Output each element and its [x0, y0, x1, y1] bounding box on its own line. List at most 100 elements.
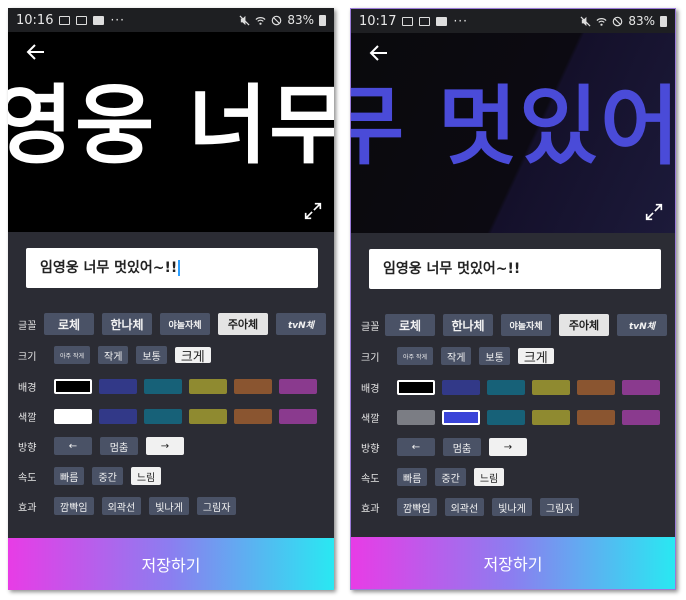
- text-swatch-gray[interactable]: [397, 409, 435, 425]
- direction-stop-button[interactable]: 멈춤: [100, 437, 138, 455]
- speed-medium-button[interactable]: 중간: [435, 468, 466, 486]
- effect-row: 효과 깜빡임 외곽선 빛나게 그림자: [8, 494, 334, 518]
- speed-slow-button[interactable]: 느림: [473, 468, 505, 486]
- effect-outline-button[interactable]: 외곽선: [444, 498, 485, 516]
- font-row: 글꼴 로체 한나체 야놀자체 주아체 tvN체: [351, 313, 675, 337]
- effect-shadow-button[interactable]: 그림자: [196, 497, 237, 515]
- speed-label: 속도: [361, 473, 380, 485]
- size-row: 크기 아주 작게 작게 보통 크게: [8, 343, 334, 367]
- size-option-extra-small[interactable]: 아주 작게: [397, 347, 433, 365]
- effect-glow-button[interactable]: 빛나게: [149, 497, 189, 515]
- mute-icon: [580, 15, 591, 27]
- bg-swatch-olive[interactable]: [532, 379, 570, 395]
- status-time: 10:16: [16, 12, 54, 28]
- bg-swatch-purple[interactable]: [279, 378, 317, 394]
- arrow-left-icon[interactable]: [24, 40, 48, 64]
- size-option-small[interactable]: 작게: [441, 347, 472, 365]
- size-option-large[interactable]: 크게: [517, 348, 554, 366]
- font-option-jua[interactable]: 주아체: [218, 313, 268, 335]
- color-label: 색깔: [18, 412, 37, 424]
- text-swatch-blue[interactable]: [99, 408, 137, 424]
- mute-icon: [239, 14, 250, 26]
- direction-left-button[interactable]: ←: [397, 438, 435, 456]
- font-option-hanna[interactable]: 한나체: [443, 314, 493, 336]
- text-swatch-brown[interactable]: [577, 409, 615, 425]
- speed-row: 속도 빠름 중간 느림: [8, 464, 334, 488]
- font-option-yanolja[interactable]: 야놀자체: [501, 314, 551, 336]
- speed-fast-button[interactable]: 빠름: [54, 467, 85, 485]
- font-option-tvn[interactable]: tvN체: [617, 314, 667, 336]
- size-option-small[interactable]: 작게: [98, 346, 129, 364]
- text-swatch-blue[interactable]: [442, 409, 480, 425]
- bg-swatch-brown[interactable]: [234, 378, 272, 394]
- direction-label: 방향: [18, 442, 37, 454]
- text-swatch-olive[interactable]: [189, 408, 227, 424]
- gallery-notification-icon: [59, 15, 71, 25]
- font-option-tvn[interactable]: tvN체: [276, 313, 326, 335]
- font-option-roche[interactable]: 로체: [385, 314, 435, 336]
- bg-swatch-blue[interactable]: [442, 379, 480, 395]
- battery-icon: [319, 14, 326, 26]
- font-option-jua[interactable]: 주아체: [559, 314, 609, 336]
- background-color-row: 배경: [8, 374, 334, 398]
- effect-outline-button[interactable]: 외곽선: [101, 497, 142, 515]
- wifi-icon: [255, 16, 266, 25]
- text-swatch-purple[interactable]: [279, 408, 317, 424]
- speed-medium-button[interactable]: 중간: [92, 467, 123, 485]
- bg-swatch-blue[interactable]: [99, 378, 137, 394]
- text-color-row: 색깔: [8, 404, 334, 428]
- size-label: 크기: [361, 352, 380, 364]
- size-option-extra-small[interactable]: 아주 작게: [54, 346, 90, 364]
- bg-swatch-teal[interactable]: [144, 378, 182, 394]
- preview-text: 무 멋있어: [351, 77, 675, 177]
- text-swatch-brown[interactable]: [234, 408, 272, 424]
- message-input[interactable]: 임영웅 너무 멋있어~!!: [369, 249, 661, 289]
- bg-swatch-teal[interactable]: [487, 379, 525, 395]
- text-preview-area: 무 멋있어: [351, 33, 675, 233]
- font-option-hanna[interactable]: 한나체: [102, 313, 152, 335]
- do-not-disturb-icon: [272, 15, 282, 25]
- text-swatch-purple[interactable]: [622, 409, 660, 425]
- expand-icon[interactable]: [302, 200, 324, 222]
- bg-swatch-olive[interactable]: [189, 378, 227, 394]
- direction-stop-button[interactable]: 멈춤: [443, 438, 481, 456]
- arrow-left-icon[interactable]: [367, 41, 391, 65]
- bg-swatch-brown[interactable]: [577, 379, 615, 395]
- effect-shadow-button[interactable]: 그림자: [539, 498, 580, 516]
- text-swatch-teal[interactable]: [487, 409, 525, 425]
- size-row: 크기 아주 작게 작게 보통 크게: [351, 344, 675, 368]
- bg-swatch-black[interactable]: [54, 378, 92, 394]
- app-notification-icon: [76, 15, 88, 25]
- message-input-value: 임영웅 너무 멋있어~!!: [383, 261, 521, 277]
- font-option-yanolja[interactable]: 야놀자체: [160, 313, 210, 335]
- save-button[interactable]: 저장하기: [8, 538, 334, 590]
- effect-label: 효과: [361, 503, 380, 515]
- message-input[interactable]: 임영웅 너무 멋있어~!!: [26, 248, 318, 288]
- battery-percent: 83%: [628, 14, 655, 28]
- text-swatch-teal[interactable]: [144, 408, 182, 424]
- size-option-normal[interactable]: 보통: [479, 347, 510, 365]
- speed-slow-button[interactable]: 느림: [130, 467, 162, 485]
- effect-blink-button[interactable]: 깜빡임: [397, 498, 437, 516]
- size-option-large[interactable]: 크게: [174, 347, 211, 365]
- direction-row: 방향 ← 멈춤 →: [8, 434, 334, 458]
- text-swatch-white[interactable]: [54, 408, 92, 424]
- save-button[interactable]: 저장하기: [351, 537, 675, 589]
- status-bar: 10:16 ··· 83%: [8, 8, 334, 32]
- expand-icon[interactable]: [643, 201, 665, 223]
- app-notification-icon: [419, 16, 431, 26]
- direction-left-button[interactable]: ←: [54, 437, 92, 455]
- text-preview-area: 영웅 너무: [8, 32, 334, 232]
- effect-glow-button[interactable]: 빛나게: [492, 498, 532, 516]
- effect-blink-button[interactable]: 깜빡임: [54, 497, 94, 515]
- font-option-roche[interactable]: 로체: [44, 313, 94, 335]
- bg-swatch-purple[interactable]: [622, 379, 660, 395]
- size-option-normal[interactable]: 보통: [136, 346, 167, 364]
- speed-fast-button[interactable]: 빠름: [397, 468, 428, 486]
- status-bar: 10:17 ··· 83%: [351, 9, 675, 33]
- text-swatch-olive[interactable]: [532, 409, 570, 425]
- direction-right-button[interactable]: →: [489, 438, 527, 456]
- do-not-disturb-icon: [613, 16, 623, 26]
- direction-right-button[interactable]: →: [146, 437, 184, 455]
- bg-swatch-black[interactable]: [397, 379, 435, 395]
